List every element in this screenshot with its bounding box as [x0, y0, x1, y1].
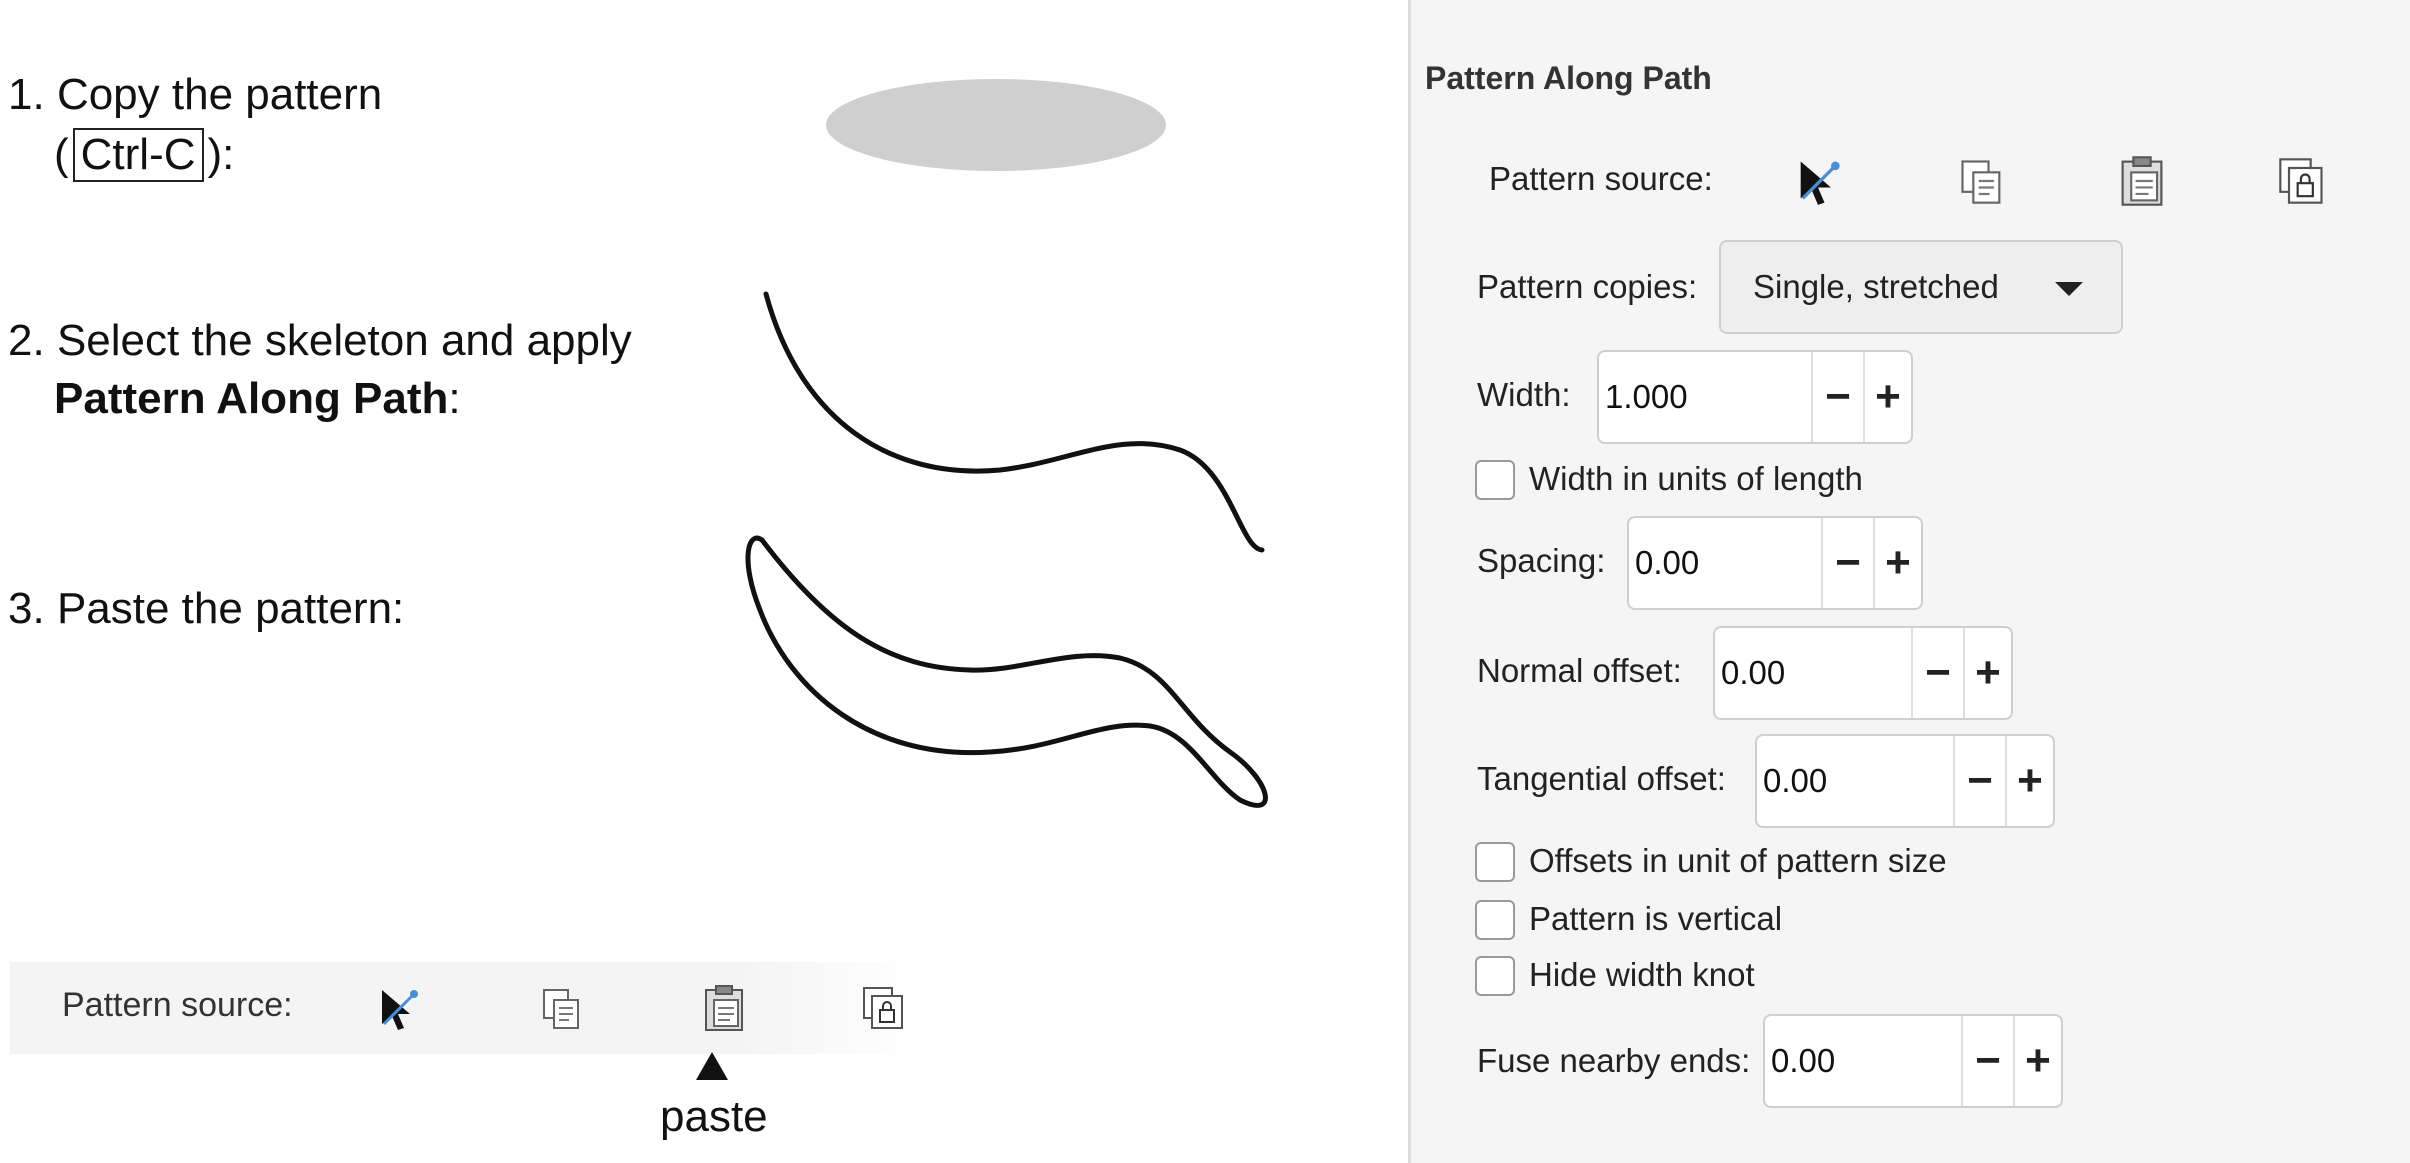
width-units-checkbox[interactable]	[1475, 460, 1515, 500]
link-to-clipboard-icon[interactable]	[856, 980, 912, 1036]
step-2-line2: Pattern Along Path:	[54, 370, 461, 428]
width-increment-button[interactable]: +	[1863, 352, 1911, 442]
dialog-title: Pattern Along Path	[1425, 60, 1712, 96]
fuse-nearby-ends-spinbox: 0.00 − +	[1763, 1014, 2063, 1108]
width-label: Width:	[1477, 376, 1571, 413]
pattern-source-strip: Pattern source:	[10, 962, 920, 1054]
offsets-unit-label: Offsets in unit of pattern size	[1529, 842, 1947, 879]
pattern-source-label: Pattern source:	[1489, 160, 1713, 197]
paste-annotation: paste	[660, 1092, 768, 1141]
pattern-along-path-dialog: Pattern Along Path Pattern source: Patte…	[1408, 0, 2410, 1163]
tangential-offset-label: Tangential offset:	[1477, 760, 1726, 797]
paste-icon[interactable]	[2111, 150, 2173, 212]
edit-on-canvas-icon[interactable]	[1787, 150, 1849, 212]
pattern-vertical-label: Pattern is vertical	[1529, 900, 1783, 937]
normal-offset-increment-button[interactable]: +	[1963, 628, 2011, 718]
width-spinbox: 1.000 − +	[1597, 350, 1913, 444]
width-input[interactable]: 1.000	[1599, 352, 1811, 442]
result-path	[745, 535, 1268, 808]
step-3-text: Paste the pattern:	[56, 584, 405, 633]
paste-icon[interactable]	[696, 980, 752, 1036]
strip-pattern-source-label: Pattern source:	[62, 986, 293, 1024]
shortcut-key: Ctrl-C	[72, 128, 204, 182]
step-1-text: Copy the pattern	[56, 70, 383, 119]
pattern-copies-label: Pattern copies:	[1477, 268, 1698, 305]
fuse-nearby-ends-label: Fuse nearby ends:	[1477, 1042, 1751, 1079]
hide-width-knot-label: Hide width knot	[1529, 956, 1755, 993]
spacing-spinbox: 0.00 − +	[1627, 516, 1923, 610]
spacing-label: Spacing:	[1477, 542, 1606, 579]
spacing-decrement-button[interactable]: −	[1821, 518, 1873, 608]
tangential-offset-spinbox: 0.00 − +	[1755, 734, 2055, 828]
paste-pointer-arrow	[696, 1052, 728, 1080]
step-1: 1. Copy the pattern	[8, 66, 382, 124]
skeleton-path	[763, 291, 1265, 553]
spacing-input[interactable]: 0.00	[1629, 518, 1821, 608]
width-units-label: Width in units of length	[1529, 460, 1863, 497]
step-2-number: 2.	[8, 316, 45, 365]
step-2-bold: Pattern Along Path	[54, 374, 449, 423]
normal-offset-label: Normal offset:	[1477, 652, 1682, 689]
step-2: 2. Select the skeleton and apply	[8, 312, 632, 370]
offsets-unit-checkbox[interactable]	[1475, 842, 1515, 882]
width-decrement-button[interactable]: −	[1811, 352, 1863, 442]
step-1-number: 1.	[8, 70, 45, 119]
normal-offset-input[interactable]: 0.00	[1715, 628, 1911, 718]
tangential-offset-decrement-button[interactable]: −	[1953, 736, 2005, 826]
pattern-vertical-checkbox[interactable]	[1475, 900, 1515, 940]
link-to-clipboard-icon[interactable]	[2271, 150, 2333, 212]
paren-open: (	[54, 130, 69, 179]
fuse-increment-button[interactable]: +	[2013, 1016, 2061, 1106]
step-1-shortcut-line: (Ctrl-C):	[54, 126, 234, 184]
fuse-nearby-ends-input[interactable]: 0.00	[1765, 1016, 1961, 1106]
fuse-decrement-button[interactable]: −	[1961, 1016, 2013, 1106]
copy-icon[interactable]	[534, 980, 590, 1036]
paren-close: ):	[207, 130, 235, 179]
normal-offset-decrement-button[interactable]: −	[1911, 628, 1963, 718]
copy-icon[interactable]	[1951, 150, 2013, 212]
step-3: 3. Paste the pattern:	[8, 580, 404, 638]
edit-on-canvas-icon[interactable]	[370, 980, 426, 1036]
chevron-down-icon	[2055, 282, 2083, 296]
spacing-increment-button[interactable]: +	[1873, 518, 1921, 608]
normal-offset-spinbox: 0.00 − +	[1713, 626, 2013, 720]
pattern-copies-dropdown[interactable]: Single, stretched	[1719, 240, 2123, 334]
tangential-offset-input[interactable]: 0.00	[1757, 736, 1953, 826]
hide-width-knot-checkbox[interactable]	[1475, 956, 1515, 996]
step-2-text: Select the skeleton and apply	[56, 316, 632, 365]
step-3-number: 3.	[8, 584, 45, 633]
pattern-copies-value: Single, stretched	[1753, 268, 1999, 305]
pattern-ellipse	[826, 79, 1166, 171]
tangential-offset-increment-button[interactable]: +	[2005, 736, 2053, 826]
step-2-colon: :	[448, 374, 461, 423]
